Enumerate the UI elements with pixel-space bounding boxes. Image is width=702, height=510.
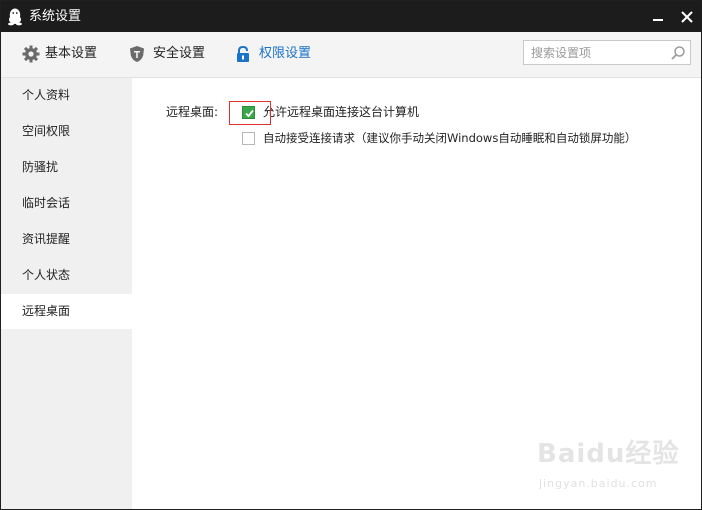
sidebar-item-remote-desktop[interactable]: 远程桌面 bbox=[1, 294, 132, 329]
sidebar-item-label: 空间权限 bbox=[22, 124, 71, 138]
watermark-url: jingyan.baidu.com bbox=[539, 477, 658, 490]
sidebar-item-label: 个人状态 bbox=[22, 268, 71, 282]
sidebar-item-temporary-chat[interactable]: 临时会话 bbox=[1, 186, 132, 221]
search-icon[interactable] bbox=[670, 45, 686, 61]
tab-basic-settings[interactable]: 基本设置 bbox=[19, 32, 109, 77]
sidebar-item-news-alerts[interactable]: 资讯提醒 bbox=[1, 222, 132, 257]
tab-security-settings[interactable]: 安全设置 bbox=[125, 32, 215, 77]
settings-toolbar: 基本设置 安全设置 权限设置 bbox=[1, 32, 701, 78]
settings-window: 系统设置 基本设置 安全设置 权限设置 搜索设置项 个人资料 空间权限 防骚扰 … bbox=[0, 0, 702, 510]
sidebar-item-personal-status[interactable]: 个人状态 bbox=[1, 258, 132, 293]
section-label: 远程桌面: bbox=[166, 105, 219, 119]
settings-sidebar: 个人资料 空间权限 防骚扰 临时会话 资讯提醒 个人状态 远程桌面 bbox=[1, 78, 132, 509]
auto-accept-connection-label: 自动接受连接请求（建议你手动关闭Windows自动睡眠和自动锁屏功能） bbox=[263, 131, 637, 145]
minimize-button[interactable] bbox=[647, 7, 669, 27]
sidebar-item-label: 临时会话 bbox=[22, 196, 71, 210]
sidebar-item-label: 资讯提醒 bbox=[22, 232, 71, 246]
sidebar-item-anti-harassment[interactable]: 防骚扰 bbox=[1, 150, 132, 185]
sidebar-item-label: 远程桌面 bbox=[22, 304, 71, 318]
lock-icon bbox=[234, 45, 252, 63]
allow-remote-desktop-option[interactable]: 允许远程桌面连接这台计算机 bbox=[242, 105, 542, 121]
auto-accept-connection-option[interactable]: 自动接受连接请求（建议你手动关闭Windows自动睡眠和自动锁屏功能） bbox=[242, 131, 672, 147]
watermark-logo: Baidu经验 bbox=[537, 439, 680, 469]
search-input[interactable] bbox=[524, 41, 671, 64]
close-icon bbox=[681, 11, 693, 23]
qq-penguin-icon bbox=[6, 7, 24, 26]
tab-basic-settings-label: 基本设置 bbox=[45, 46, 98, 61]
sidebar-item-label: 个人资料 bbox=[22, 88, 71, 102]
tab-permission-settings-label: 权限设置 bbox=[259, 46, 312, 61]
minimize-icon bbox=[653, 19, 663, 21]
sidebar-item-label: 防骚扰 bbox=[22, 160, 59, 174]
search-box[interactable] bbox=[523, 40, 691, 65]
sidebar-item-space-permissions[interactable]: 空间权限 bbox=[1, 114, 132, 149]
sidebar-item-personal-info[interactable]: 个人资料 bbox=[1, 78, 132, 113]
annotation-highlight-box bbox=[229, 101, 271, 125]
auto-accept-connection-checkbox[interactable] bbox=[242, 132, 255, 145]
gear-icon bbox=[22, 45, 40, 63]
tab-permission-settings[interactable]: 权限设置 bbox=[231, 32, 321, 77]
close-button[interactable] bbox=[675, 5, 699, 29]
baidu-watermark: Baidu经验 jingyan.baidu.com bbox=[537, 439, 678, 495]
allow-remote-desktop-label: 允许远程桌面连接这台计算机 bbox=[263, 105, 420, 119]
tab-security-settings-label: 安全设置 bbox=[153, 46, 206, 61]
title-bar[interactable]: 系统设置 bbox=[1, 1, 701, 32]
window-title: 系统设置 bbox=[29, 9, 82, 24]
shield-icon bbox=[128, 45, 146, 63]
